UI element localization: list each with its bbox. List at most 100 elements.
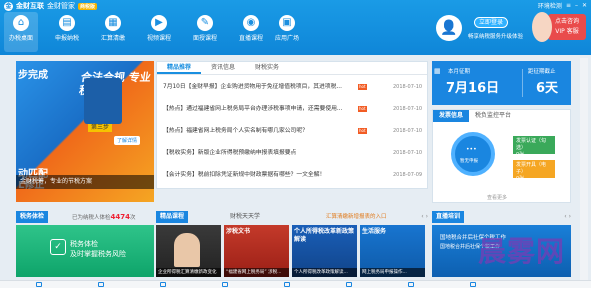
news-title: 7月10日【金财早报】企业购进货物用于免征增值税项目，其进项税... xyxy=(163,84,342,90)
news-item[interactable]: 【热点】福建省网上税务局个人实名制有哪几家公司呢？ hot 2018-07-10 xyxy=(163,126,425,136)
footer-doc-icon[interactable] xyxy=(98,282,104,287)
hot-badge: hot xyxy=(358,128,367,134)
vip-label-2: VIP 客服 xyxy=(555,28,579,35)
nav-item-video[interactable]: ▶ 视频课程 xyxy=(142,12,176,52)
classroom-icon: ✎ xyxy=(197,15,213,31)
courses-tab-daily[interactable]: 财税天天学 xyxy=(230,211,260,223)
news-title: 【会计实务】税前扣除凭证新规中财政票据有哪些？一文全解！ xyxy=(163,172,326,178)
training-section-header: 直播培训 ‹ › xyxy=(432,211,571,223)
menu-icon[interactable]: ≡ xyxy=(566,2,571,9)
nav-item-classroom[interactable]: ✎ 面授课程 xyxy=(188,12,222,52)
hot-badge: hot xyxy=(358,84,367,90)
footer-chart-icon[interactable] xyxy=(160,282,166,287)
scrollbar[interactable] xyxy=(580,58,588,280)
tax-check-card[interactable]: ✓ 税务体检 及时掌握税务风险 xyxy=(16,225,154,277)
nav-item-desktop[interactable]: ⌂ 办税桌面 xyxy=(4,12,38,52)
nav-item-settle[interactable]: ▦ 汇算清缴 xyxy=(96,12,130,52)
tax-check-count-info: 已为纳税人体检4474次 xyxy=(72,211,136,224)
course-card[interactable]: 涉税文书 “福建省网上税务局” 涉税... xyxy=(224,225,289,277)
tax-check-card-title: 税务体检 xyxy=(70,240,98,248)
nav-item-apps[interactable]: ▣ 应用广场 xyxy=(270,12,304,52)
footer-video-icon[interactable] xyxy=(346,282,352,287)
course-caption: “福建省网上税务局” 涉税... xyxy=(224,268,289,277)
loading-dots-icon: ••• xyxy=(466,146,477,153)
footer-book-icon[interactable] xyxy=(222,282,228,287)
tab-news[interactable]: 资讯信息 xyxy=(201,62,245,74)
course-card[interactable]: 企业所得税汇算清缴新政变化 xyxy=(156,225,221,277)
divider xyxy=(522,69,523,97)
invoice-auth-label: 发票认证（勾选） xyxy=(516,138,547,151)
nav-item-live[interactable]: ◉ 直播课程 xyxy=(234,12,268,52)
banner-illustration xyxy=(84,78,122,124)
courses-tab-settle[interactable]: 汇算清缴新增报表的入口 xyxy=(326,211,387,223)
course-caption: 网上税务局申报操作... xyxy=(360,268,425,277)
course-card[interactable]: 生活服务 网上税务局申报操作... xyxy=(360,225,425,277)
nav-label: 面授课程 xyxy=(192,35,217,42)
invoice-tabs: 发票信息 税负监控平台 xyxy=(433,110,570,123)
video-icon: ▶ xyxy=(151,15,167,31)
tax-check-count: 4474 xyxy=(110,213,130,221)
invoice-auth-count: 0张 xyxy=(516,152,525,158)
footer-user-icon[interactable] xyxy=(284,282,290,287)
pager-arrows-icon[interactable]: ‹ › xyxy=(564,211,571,223)
tab-tax-monitor[interactable]: 税负监控平台 xyxy=(469,110,517,122)
apps-icon: ▣ xyxy=(279,15,295,31)
nav-label: 视频课程 xyxy=(146,35,171,42)
news-date: 2018-07-10 xyxy=(393,106,423,112)
invoice-panel: 发票信息 税负监控平台 ••• 暂无申报 发票认证（勾选） 0张 发票开具（电子… xyxy=(432,109,571,203)
view-more-link[interactable]: 查看更多 xyxy=(487,194,507,201)
vip-service-button[interactable]: 点击咨询 VIP 客服 xyxy=(548,14,586,40)
section-title: 税务体检 xyxy=(16,211,49,223)
invoice-issue-card[interactable]: 发票开具（电子） 0张 xyxy=(513,160,555,182)
invoice-auth-card[interactable]: 发票认证（勾选） 0张 xyxy=(513,136,555,158)
remaining-label: 距征期截止 xyxy=(528,69,556,75)
login-button[interactable]: 立即登录 xyxy=(474,17,508,28)
tax-check-info-prefix: 已为纳税人体检 xyxy=(72,215,111,221)
site-watermark: 晨雾网 xyxy=(478,235,566,268)
minimize-icon[interactable]: – xyxy=(575,2,578,9)
course-card[interactable]: 个人所得税改革新政策解读 个人所得税改革政策解读... xyxy=(292,225,357,277)
live-icon: ◉ xyxy=(243,15,259,31)
invoice-issue-label: 发票开具（电子） xyxy=(516,162,547,175)
pager-arrows-icon[interactable]: ‹ › xyxy=(421,211,428,223)
news-item[interactable]: 【会计实务】税前扣除凭证新规中财政票据有哪些？一文全解！ 2018-07-09 xyxy=(163,170,425,180)
env-check-link[interactable]: 环境检测 xyxy=(538,1,562,10)
calendar-icon: ▦ xyxy=(434,67,441,75)
banner-caption: 金财税筹，专业的节税方案 xyxy=(16,175,154,189)
app-sub-name: 金财管家 xyxy=(47,2,75,10)
course-title: 涉税文书 xyxy=(226,228,251,235)
close-icon[interactable]: ✕ xyxy=(582,2,587,9)
user-avatar[interactable]: 👤 xyxy=(436,15,462,41)
edition-badge: 商税版 xyxy=(78,2,98,10)
footer-home-icon[interactable] xyxy=(36,282,42,287)
tax-check-info-suffix: 次 xyxy=(130,215,136,221)
news-panel: 精品推荐 资讯信息 财税实务 7月10日【金财早报】企业购进货物用于免征增值税项… xyxy=(156,61,428,189)
course-title: 个人所得税改革新政策解读 xyxy=(294,228,355,243)
news-item[interactable]: 【税收实务】新版企业所得税预缴纳申报表填报要点 2018-07-10 xyxy=(163,148,425,158)
window-controls: 环境检测 ≡ – ✕ xyxy=(538,1,587,10)
learn-more-button[interactable]: 了解详情 xyxy=(114,136,141,145)
tab-practice[interactable]: 财税实务 xyxy=(245,62,289,74)
news-tabs: 精品推荐 资讯信息 财税实务 xyxy=(157,62,427,75)
footer-apps-icon[interactable] xyxy=(470,282,476,287)
footer-live-icon[interactable] xyxy=(408,282,414,287)
news-date: 2018-07-10 xyxy=(393,128,423,134)
tax-check-card-sub: 及时掌握税务风险 xyxy=(70,250,126,258)
tab-featured[interactable]: 精品推荐 xyxy=(157,62,202,74)
news-date: 2018-07-10 xyxy=(393,84,423,90)
news-item[interactable]: 【热点】通过福建省网上税务局平台办理涉税事项申请，还需要使用... hot 20… xyxy=(163,104,425,114)
nav-item-declare[interactable]: ▤ 申报纳税 xyxy=(50,12,84,52)
top-header: 金 金财互联 金财管家 商税版 ⌂ 办税桌面 ▤ 申报纳税 ▦ 汇算清缴 ▶ 视… xyxy=(0,0,591,55)
footer-bar xyxy=(0,280,591,288)
tab-invoice[interactable]: 发票信息 xyxy=(433,110,470,122)
nav-label: 汇算清缴 xyxy=(100,35,125,42)
vip-label-1: 点击咨询 xyxy=(554,18,579,25)
course-caption: 个人所得税改革政策解读... xyxy=(292,268,357,277)
section-title[interactable]: 精品课程 xyxy=(156,211,189,223)
tax-check-section-header: 税务体检 已为纳税人体检4474次 xyxy=(16,211,154,223)
app-name: 金财互联 xyxy=(16,2,44,10)
news-item[interactable]: 7月10日【金财早报】企业购进货物用于免征增值税项目，其进项税... hot 2… xyxy=(163,82,425,92)
nav-label: 应用广场 xyxy=(274,35,299,42)
declare-icon: ▤ xyxy=(59,15,75,31)
nav-label: 申报纳税 xyxy=(54,35,79,42)
